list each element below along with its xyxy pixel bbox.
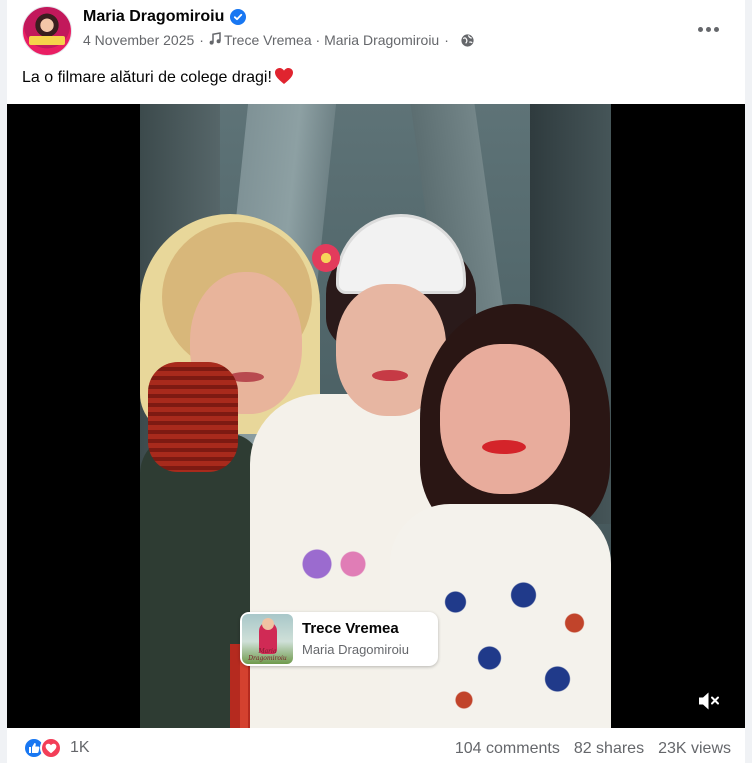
album-caption: Maria Dragomiroiu xyxy=(248,648,287,662)
heart-emoji-icon xyxy=(274,67,294,90)
more-options-icon[interactable] xyxy=(691,14,725,44)
author-avatar[interactable] xyxy=(22,6,72,56)
post-media[interactable]: Maria Dragomiroiu Trece Vremea Maria Dra… xyxy=(7,104,745,728)
author-row: Maria Dragomiroiu xyxy=(83,7,247,27)
sticker-text: Trece Vremea Maria Dragomiroiu xyxy=(302,619,409,659)
caption-text: La o filmare alături de colege dragi! xyxy=(22,69,272,86)
love-reaction-icon xyxy=(40,737,62,759)
mute-icon[interactable] xyxy=(695,688,723,714)
post-date[interactable]: 4 November 2025 xyxy=(83,32,194,48)
song-artist: Maria Dragomiroiu xyxy=(302,642,409,657)
song-link[interactable]: Trece Vremea · Maria Dragomiroiu xyxy=(224,32,439,48)
post-header: Maria Dragomiroiu 4 November 2025 · Trec… xyxy=(7,0,745,62)
views-count: 23K views xyxy=(658,740,731,757)
reaction-count[interactable]: 1K xyxy=(70,739,90,757)
engagement-stats: 104 comments 82 shares 23K views xyxy=(455,740,731,758)
song-title: Trece Vremea xyxy=(302,620,399,637)
post-meta: 4 November 2025 · Trece Vremea · Maria D… xyxy=(83,31,475,49)
globe-icon[interactable] xyxy=(460,33,475,48)
shares-count[interactable]: 82 shares xyxy=(574,740,644,758)
meta-separator: · xyxy=(199,32,204,48)
post-caption: La o filmare alături de colege dragi! xyxy=(22,66,294,90)
comments-count[interactable]: 104 comments xyxy=(455,740,560,758)
reactions-summary[interactable]: 1K xyxy=(23,737,90,759)
author-name[interactable]: Maria Dragomiroiu xyxy=(83,8,224,26)
post-card: Maria Dragomiroiu 4 November 2025 · Trec… xyxy=(7,0,745,763)
meta-separator: · xyxy=(444,32,449,48)
music-sticker[interactable]: Maria Dragomiroiu Trece Vremea Maria Dra… xyxy=(240,612,438,666)
post-footer: 1K 104 comments 82 shares 23K views xyxy=(7,728,745,763)
album-cover: Maria Dragomiroiu xyxy=(242,614,293,664)
verified-badge-icon xyxy=(230,9,247,25)
music-note-icon xyxy=(209,32,221,48)
